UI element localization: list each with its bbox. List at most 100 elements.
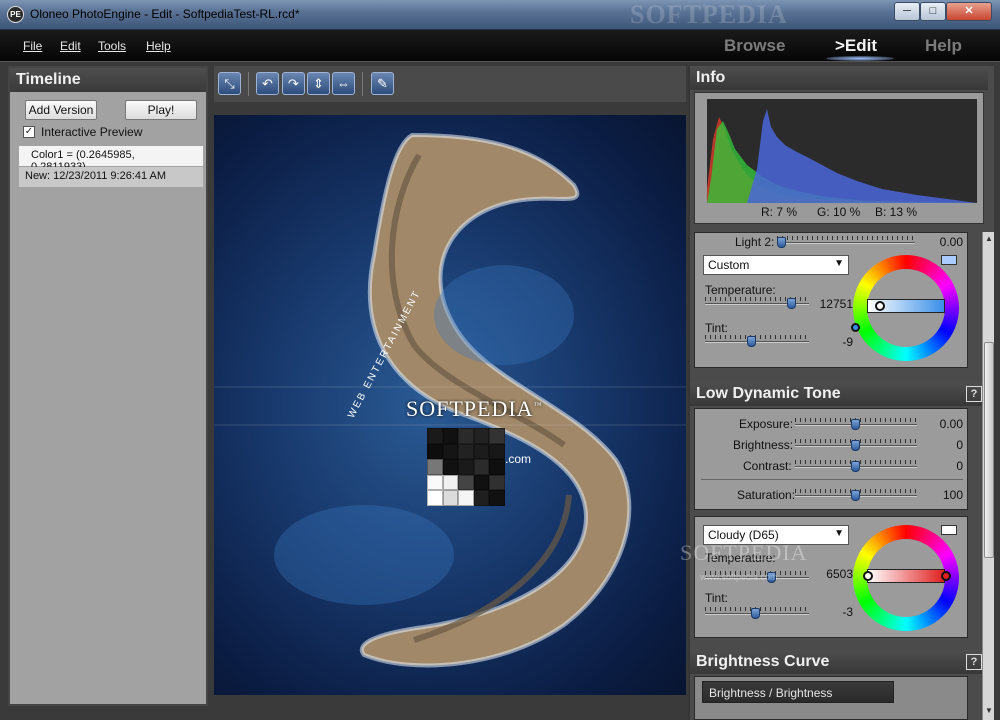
histogram-chart xyxy=(707,99,977,203)
chevron-down-icon: ▼ xyxy=(834,528,844,539)
adjustments-panel: Info R: 7 % G: 10 % B: 13 % Light 2: 0.0… xyxy=(688,66,994,720)
menu-help-label: Help xyxy=(146,39,171,53)
light2-label: Light 2: xyxy=(735,235,775,249)
low-dynamic-tone-title-text: Low Dynamic Tone xyxy=(696,385,841,402)
color-wheel-rim-handle[interactable] xyxy=(851,323,860,332)
contrast-value: 0 xyxy=(956,459,963,473)
menu-tools[interactable]: Tools xyxy=(98,39,126,53)
menu-edit[interactable]: Edit xyxy=(60,39,81,53)
add-version-button[interactable]: Add Version xyxy=(25,100,97,120)
help-icon[interactable]: ? xyxy=(966,654,982,670)
divider xyxy=(701,479,963,480)
color-wheel-handle-2[interactable] xyxy=(863,571,873,581)
tint-value-2: -3 xyxy=(842,605,853,619)
menu-bar: File Edit Tools Help Browse >Edit Help xyxy=(0,30,1000,62)
tint-value: -9 xyxy=(842,335,853,349)
timeline-panel: Timeline Add Version Play! ✓ Interactive… xyxy=(8,66,208,706)
exposure-value: 0.00 xyxy=(939,417,963,431)
timeline-title: Timeline xyxy=(10,68,206,92)
toolbar-separator xyxy=(248,72,249,96)
photo-watermark-com: .com xyxy=(505,452,532,466)
info-section: Info xyxy=(690,66,988,90)
timeline-entry[interactable]: Color1 = (0.2645985, 0.2811933) xyxy=(19,146,203,173)
white-balance-value: Custom xyxy=(708,258,750,272)
color-wheel-2[interactable] xyxy=(853,525,959,631)
color-picker-icon[interactable]: ✎ xyxy=(371,72,394,95)
photoengine-window: PE Oloneo PhotoEngine - Edit - Softpedia… xyxy=(0,0,1000,720)
play-button[interactable]: Play! xyxy=(125,100,197,120)
temperature-slider[interactable] xyxy=(705,297,809,309)
temperature-label: Temperature: xyxy=(705,283,776,297)
color-swatch[interactable] xyxy=(941,255,957,265)
maximize-button[interactable]: □ xyxy=(920,2,946,21)
brightness-label: Brightness: xyxy=(733,438,794,452)
color-wheel[interactable] xyxy=(851,255,959,361)
toolbar-separator xyxy=(362,72,363,96)
brightness-slider[interactable] xyxy=(795,439,917,451)
chevron-down-icon: ▼ xyxy=(834,258,844,269)
menu-tools-label: Tools xyxy=(98,39,127,53)
interactive-preview-label: Interactive Preview xyxy=(41,125,143,139)
exposure-slider[interactable] xyxy=(795,418,917,430)
light2-pane: Light 2: 0.00 Custom ▼ Temperature: 12751… xyxy=(694,232,968,368)
photo-watermark-word: SOFTPEDIA xyxy=(406,396,534,421)
brightness-value: 0 xyxy=(956,438,963,452)
brightness-curve-section: Brightness Curve ? xyxy=(690,650,988,674)
color-wheel-bar-2 xyxy=(867,569,945,583)
temperature-value: 12751 xyxy=(819,297,853,311)
saturation-label: Saturation: xyxy=(737,488,796,502)
white-balance-dropdown[interactable]: Custom ▼ xyxy=(703,255,849,275)
histogram-box: R: 7 % G: 10 % B: 13 % xyxy=(694,92,984,224)
minimize-button[interactable]: ─ xyxy=(894,2,920,21)
contrast-slider[interactable] xyxy=(795,460,917,472)
rotate-left-icon[interactable]: ↶ xyxy=(256,72,279,95)
flip-vertical-icon[interactable]: ⇕ xyxy=(307,72,330,95)
pixel-mosaic xyxy=(427,428,505,506)
scrollbar-thumb[interactable] xyxy=(984,342,994,558)
scroll-down-icon[interactable]: ▼ xyxy=(984,706,994,718)
mode-edit-tab[interactable]: >Edit xyxy=(835,36,877,56)
color-wheel-rim-handle-2[interactable] xyxy=(941,571,951,581)
color-wheel-handle[interactable] xyxy=(875,301,885,311)
flip-horizontal-icon[interactable]: ⇔ xyxy=(332,72,355,95)
menu-help[interactable]: Help xyxy=(146,39,171,53)
mode-help-tab[interactable]: Help xyxy=(925,36,962,56)
tint-label: Tint: xyxy=(705,321,728,335)
timeline-entry[interactable]: New: 12/23/2011 9:26:41 AM xyxy=(19,167,203,187)
fit-view-icon[interactable]: ⤡ xyxy=(218,72,241,95)
histogram-b-value: B: 13 % xyxy=(875,205,918,219)
tint-slider-2[interactable] xyxy=(705,607,809,619)
interactive-preview-checkbox[interactable]: ✓ xyxy=(23,126,35,138)
photo-watermark-text: SOFTPEDIA™ xyxy=(406,396,542,422)
panel-scrollbar[interactable]: ▲ ▼ xyxy=(982,232,994,720)
window-title: Oloneo PhotoEngine - Edit - SoftpediaTes… xyxy=(30,7,300,21)
histogram-g-value: G: 10 % xyxy=(817,205,861,219)
temperature-value-2: 6503 xyxy=(826,567,853,581)
low-dynamic-tone-section: Low Dynamic Tone ? xyxy=(690,382,988,406)
histogram-r-value: R: 7 % xyxy=(761,205,798,219)
menu-edit-label: Edit xyxy=(60,39,81,53)
exposure-label: Exposure: xyxy=(739,417,794,431)
overlay-watermark-url: www.softpedia.com xyxy=(700,572,778,582)
help-icon[interactable]: ? xyxy=(966,386,982,402)
brightness-curve-title-text: Brightness Curve xyxy=(696,653,830,670)
menu-file-label: File xyxy=(23,39,43,53)
scroll-up-icon[interactable]: ▲ xyxy=(984,234,994,246)
tint-slider[interactable] xyxy=(705,335,809,347)
color-swatch-2[interactable] xyxy=(941,525,957,535)
saturation-value: 100 xyxy=(942,488,963,502)
mode-browse-tab[interactable]: Browse xyxy=(724,36,785,56)
photo-canvas[interactable]: SOFTPEDIA™ WEB ENTERTAINMENT .com xyxy=(214,115,686,695)
saturation-slider[interactable] xyxy=(795,489,917,501)
app-logo-icon: PE xyxy=(7,6,24,23)
brightness-curve-title: Brightness Curve ? xyxy=(690,650,988,674)
light2-slider[interactable] xyxy=(777,236,915,248)
photo-watermark-tm: ™ xyxy=(533,400,543,410)
close-button[interactable]: ✕ xyxy=(946,2,992,21)
menu-file[interactable]: File xyxy=(23,39,42,53)
title-bar: PE Oloneo PhotoEngine - Edit - Softpedia… xyxy=(0,0,1000,30)
rotate-right-icon[interactable]: ↷ xyxy=(282,72,305,95)
contrast-label: Contrast: xyxy=(743,459,792,473)
low-dynamic-tone-title: Low Dynamic Tone ? xyxy=(690,382,988,406)
brightness-curve-tab[interactable]: Brightness / Brightness xyxy=(702,681,894,703)
